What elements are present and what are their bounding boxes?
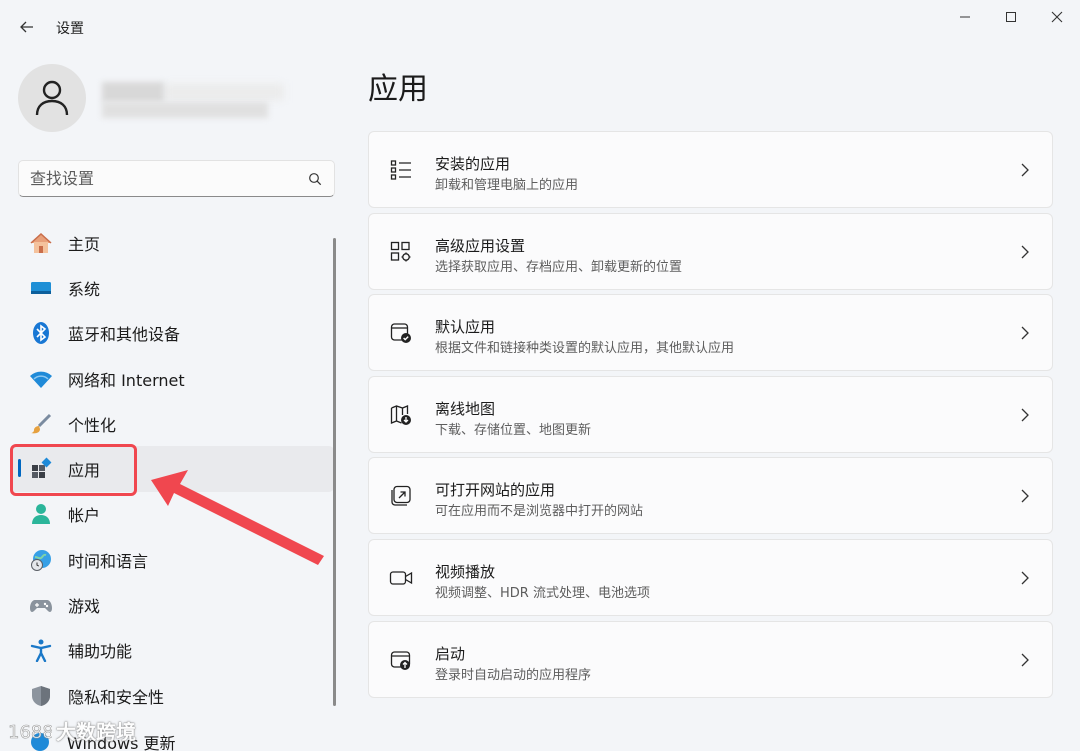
card-video-playback[interactable]: 视频播放 视频调整、HDR 流式处理、电池选项 bbox=[368, 538, 1053, 616]
account-name-redacted bbox=[164, 84, 284, 100]
sidebar-item-label: 系统 bbox=[68, 279, 101, 299]
card-title: 默认应用 bbox=[435, 318, 496, 337]
sidebar-item-accounts[interactable]: 帐户 bbox=[10, 492, 334, 537]
chevron-right-icon bbox=[1021, 489, 1029, 503]
bluetooth-icon bbox=[28, 320, 54, 346]
search-box[interactable] bbox=[18, 160, 335, 197]
settings-card-list: 安装的应用 卸载和管理电脑上的应用 高级应用设置 选择获取应用、存档应用、卸载更… bbox=[368, 131, 1053, 702]
sidebar-item-gaming[interactable]: 游戏 bbox=[10, 582, 334, 627]
sidebar-item-privacy[interactable]: 隐私和安全性 bbox=[10, 673, 334, 718]
chevron-right-icon bbox=[1021, 163, 1029, 177]
chevron-right-icon bbox=[1021, 571, 1029, 585]
avatar[interactable] bbox=[18, 64, 86, 132]
app-title: 设置 bbox=[56, 21, 84, 37]
sidebar-item-accessibility[interactable]: 辅助功能 bbox=[10, 628, 334, 673]
card-title: 离线地图 bbox=[435, 399, 496, 418]
title-bar: 设置 bbox=[0, 0, 1080, 56]
close-button[interactable] bbox=[1034, 4, 1080, 30]
back-arrow-icon bbox=[20, 21, 33, 33]
card-title: 视频播放 bbox=[435, 562, 496, 581]
wifi-icon bbox=[28, 366, 54, 392]
startup-icon bbox=[389, 648, 413, 672]
svg-text:1688: 1688 bbox=[8, 722, 52, 743]
list-icon bbox=[389, 158, 413, 182]
gamepad-icon bbox=[28, 592, 54, 618]
card-subtitle: 根据文件和链接种类设置的默认应用，其他默认应用 bbox=[435, 341, 735, 357]
settings-window: 设置 主页 bbox=[0, 0, 1080, 751]
card-title: 安装的应用 bbox=[435, 155, 511, 173]
back-button[interactable] bbox=[14, 14, 40, 40]
search-input[interactable] bbox=[19, 161, 299, 196]
open-link-icon bbox=[389, 484, 413, 508]
chevron-right-icon bbox=[1021, 408, 1029, 422]
maximize-icon bbox=[1006, 12, 1016, 22]
sidebar-item-home[interactable]: 主页 bbox=[10, 220, 334, 265]
card-title: 高级应用设置 bbox=[435, 236, 526, 255]
shield-icon bbox=[28, 683, 54, 709]
sidebar-item-time-language[interactable]: 时间和语言 bbox=[10, 537, 334, 582]
card-advanced-app-settings[interactable]: 高级应用设置 选择获取应用、存档应用、卸载更新的位置 bbox=[368, 212, 1053, 290]
card-apps-for-websites[interactable]: 可打开网站的应用 可在应用而不是浏览器中打开的网站 bbox=[368, 457, 1053, 535]
account-name-redacted bbox=[102, 82, 164, 102]
offline-map-icon bbox=[389, 403, 413, 427]
card-title: 启动 bbox=[435, 644, 466, 663]
chevron-right-icon bbox=[1021, 326, 1029, 340]
card-offline-maps[interactable]: 离线地图 下载、存储位置、地图更新 bbox=[368, 375, 1053, 453]
account-icon bbox=[28, 501, 54, 527]
system-icon bbox=[28, 275, 54, 301]
sidebar-item-label: 游戏 bbox=[68, 597, 101, 617]
sidebar-item-label: 隐私和安全性 bbox=[68, 687, 165, 707]
brush-icon bbox=[28, 411, 54, 437]
sidebar-item-personalization[interactable]: 个性化 bbox=[10, 401, 334, 446]
page-title: 应用 bbox=[368, 72, 428, 107]
chevron-right-icon bbox=[1021, 653, 1029, 667]
sidebar-item-label: 个性化 bbox=[68, 415, 117, 435]
sidebar-item-label: 辅助功能 bbox=[68, 642, 133, 662]
user-icon bbox=[35, 80, 69, 116]
sidebar-item-label: 网络和 Internet bbox=[68, 370, 185, 390]
card-subtitle: 下载、存储位置、地图更新 bbox=[435, 422, 592, 438]
video-icon bbox=[389, 566, 413, 590]
sidebar-item-bluetooth[interactable]: 蓝牙和其他设备 bbox=[10, 311, 334, 356]
home-icon bbox=[28, 230, 54, 256]
sidebar-item-label: 蓝牙和其他设备 bbox=[68, 325, 181, 345]
card-installed-apps[interactable]: 安装的应用 卸载和管理电脑上的应用 bbox=[368, 131, 1053, 208]
minimize-icon bbox=[960, 16, 970, 18]
card-subtitle: 视频调整、HDR 流式处理、电池选项 bbox=[435, 585, 650, 601]
search-icon[interactable] bbox=[308, 172, 322, 186]
sidebar-item-label: 时间和语言 bbox=[68, 551, 149, 571]
card-title: 可打开网站的应用 bbox=[435, 481, 556, 500]
annotation-highlight-box bbox=[10, 444, 137, 496]
app-settings-icon bbox=[389, 240, 413, 264]
sidebar-item-label: 主页 bbox=[68, 234, 101, 254]
card-default-apps[interactable]: 默认应用 根据文件和链接种类设置的默认应用，其他默认应用 bbox=[368, 294, 1053, 372]
card-subtitle: 登录时自动启动的应用程序 bbox=[435, 667, 592, 683]
globe-clock-icon bbox=[28, 547, 54, 573]
sidebar-scrollbar[interactable] bbox=[333, 238, 336, 706]
account-email-redacted bbox=[102, 102, 268, 118]
watermark: 1688 大数跨境 bbox=[8, 716, 136, 745]
accessibility-icon bbox=[28, 637, 54, 663]
watermark-logo-icon: 1688 bbox=[8, 721, 52, 743]
card-subtitle: 卸载和管理电脑上的应用 bbox=[435, 178, 579, 193]
card-subtitle: 可在应用而不是浏览器中打开的网站 bbox=[435, 504, 644, 520]
chevron-right-icon bbox=[1021, 245, 1029, 259]
close-icon bbox=[1051, 11, 1063, 23]
minimize-button[interactable] bbox=[942, 4, 988, 30]
card-startup[interactable]: 启动 登录时自动启动的应用程序 bbox=[368, 620, 1053, 698]
default-apps-icon bbox=[389, 321, 413, 345]
card-subtitle: 选择获取应用、存档应用、卸载更新的位置 bbox=[435, 259, 683, 275]
maximize-button[interactable] bbox=[988, 4, 1034, 30]
sidebar-item-system[interactable]: 系统 bbox=[10, 265, 334, 310]
sidebar-item-network[interactable]: 网络和 Internet bbox=[10, 356, 334, 401]
sidebar-item-label: 帐户 bbox=[68, 506, 101, 526]
watermark-text: 大数跨境 bbox=[56, 720, 136, 744]
